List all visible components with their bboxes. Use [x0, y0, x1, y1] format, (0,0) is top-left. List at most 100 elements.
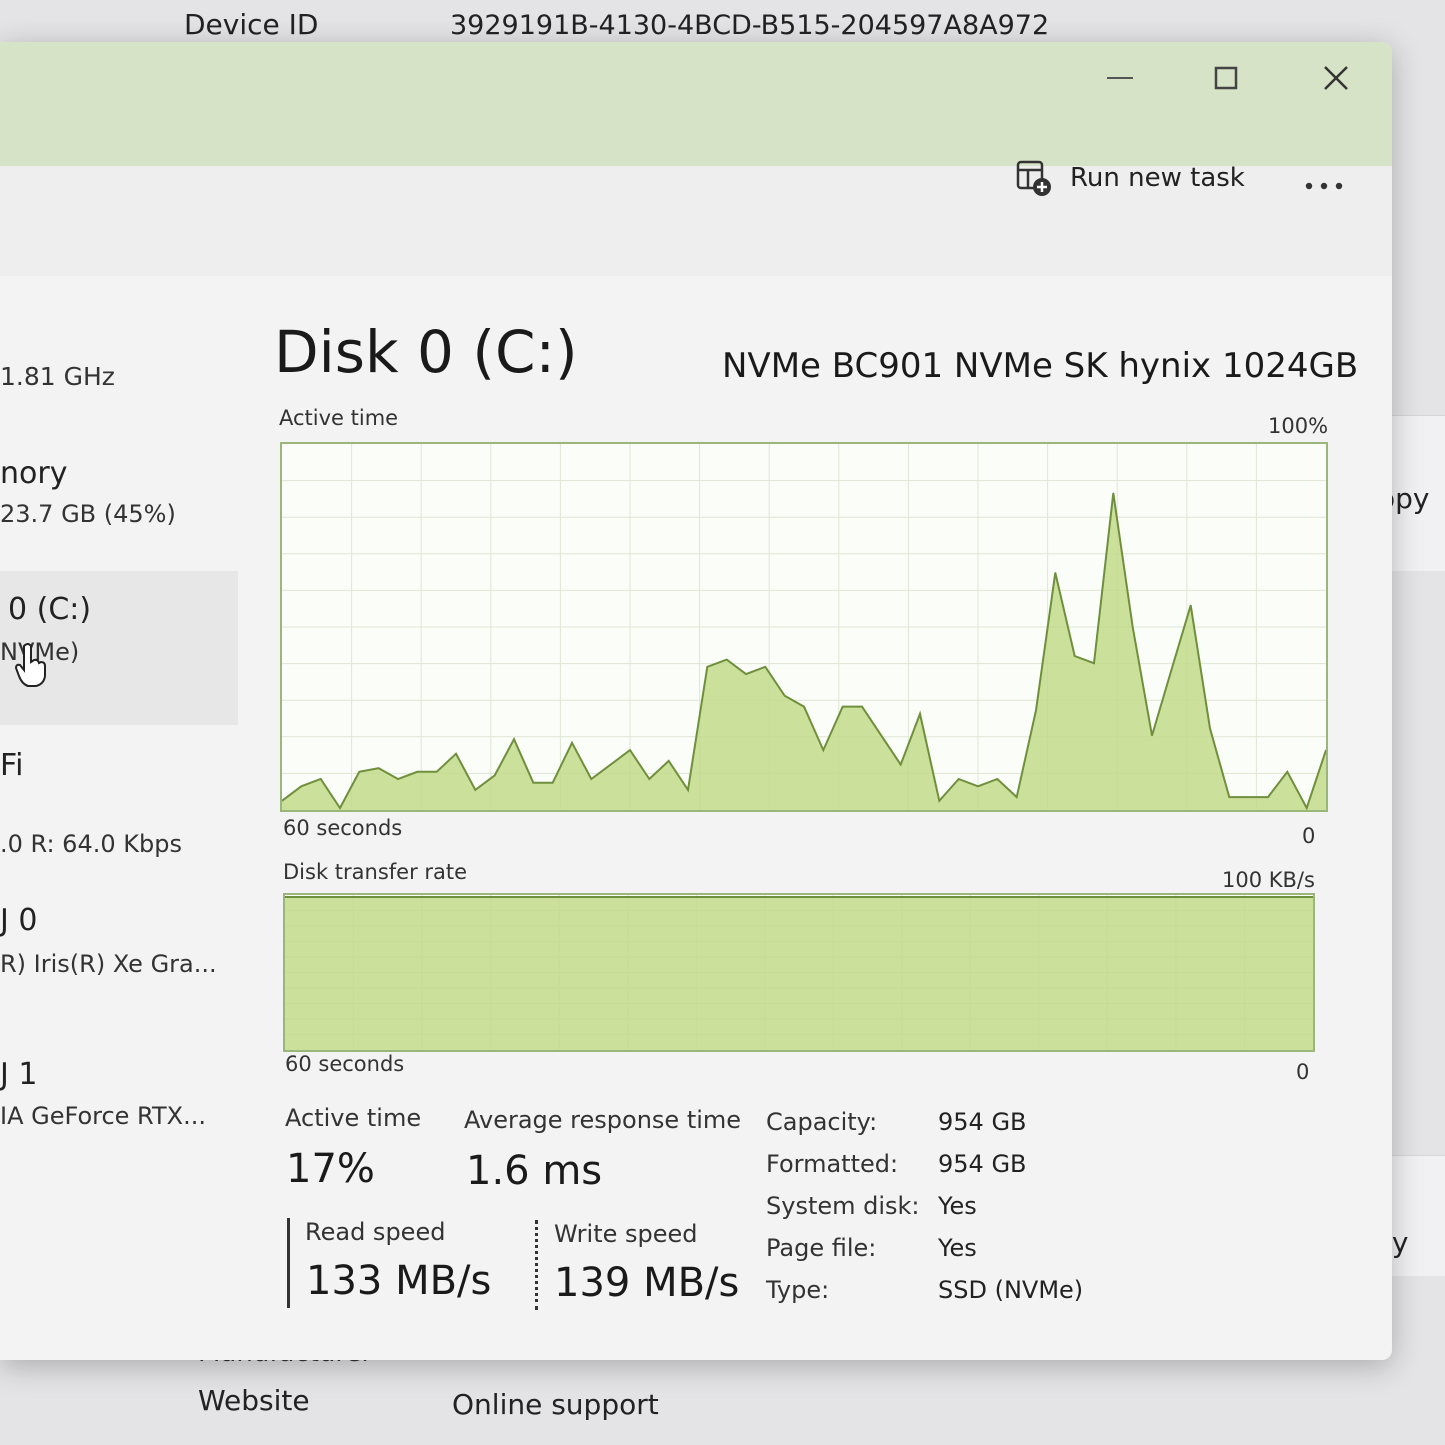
- close-icon: [1324, 66, 1348, 90]
- transfer-rate-data-point: [455, 896, 457, 898]
- active-time-data-point: [552, 782, 554, 784]
- sidebar-item-disk[interactable]: 0 (C:): [8, 592, 91, 627]
- active-time-data-point: [320, 778, 322, 780]
- transfer-rate-data-point: [1217, 896, 1219, 898]
- transfer-rate-data-point: [627, 896, 629, 898]
- transfer-rate-data-point: [855, 896, 857, 898]
- more-icon: [1305, 182, 1343, 190]
- transfer-rate-data-point: [493, 896, 495, 898]
- active-time-data-point: [842, 706, 844, 708]
- sidebar-memory-usage: 23.7 GB (45%): [0, 500, 176, 528]
- active-time-graph-xlabel: 60 seconds: [283, 816, 403, 840]
- sidebar-gpu1-sub: IA GeForce RTX...: [0, 1102, 206, 1130]
- sidebar-item-gpu0[interactable]: J 0: [0, 903, 37, 938]
- active-time-graph-max: 100%: [1268, 414, 1329, 438]
- info-label-capacity: Capacity:: [766, 1108, 878, 1136]
- transfer-rate-data-point: [1293, 896, 1295, 898]
- info-label-system-disk: System disk:: [766, 1192, 920, 1220]
- active-time-data-point: [397, 778, 399, 780]
- write-speed-label: Write speed: [554, 1220, 698, 1248]
- transfer-rate-data-point: [436, 896, 438, 898]
- active-time-data-point: [532, 782, 534, 784]
- sidebar-item-wifi[interactable]: Fi: [0, 748, 23, 783]
- run-new-task-label: Run new task: [1070, 163, 1245, 193]
- transfer-rate-data-point: [1084, 896, 1086, 898]
- active-time-data-point: [668, 760, 670, 762]
- maximize-button[interactable]: [1196, 56, 1256, 100]
- transfer-rate-data-point: [589, 896, 591, 898]
- active-time-data-point: [880, 735, 882, 737]
- info-label-page-file: Page file:: [766, 1234, 877, 1262]
- active-time-data-point: [803, 706, 805, 708]
- active-time-data-point: [1248, 796, 1250, 798]
- active-time-data-point: [339, 807, 341, 809]
- active-time-data-point: [1054, 572, 1056, 574]
- transfer-rate-data-point: [570, 896, 572, 898]
- sidebar-item-memory[interactable]: nory: [0, 456, 67, 491]
- active-time-data-point: [590, 778, 592, 780]
- transfer-rate-data-point: [550, 896, 553, 898]
- active-time-data-point: [822, 749, 824, 751]
- transfer-rate-data-point: [531, 896, 534, 898]
- active-time-data-point: [861, 706, 863, 708]
- info-value-page-file: Yes: [938, 1234, 977, 1262]
- minimize-button[interactable]: [1090, 56, 1150, 100]
- transfer-rate-data-point: [303, 896, 305, 898]
- active-time-data-point: [764, 666, 766, 668]
- transfer-rate-data-point: [798, 896, 800, 898]
- transfer-rate-data-point: [1122, 896, 1124, 898]
- active-time-data-point: [1170, 669, 1172, 671]
- response-time-label: Average response time: [464, 1106, 742, 1134]
- transfer-rate-data-point: [1160, 896, 1162, 898]
- transfer-rate-graph-max: 100 KB/s: [1222, 868, 1315, 892]
- sidebar-item-gpu1[interactable]: J 1: [0, 1057, 37, 1092]
- minimize-icon: [1107, 77, 1133, 79]
- transfer-rate-data-point: [360, 896, 362, 898]
- active-time-data-point: [358, 771, 360, 773]
- transfer-rate-data-point: [474, 896, 476, 898]
- active-time-data-point: [1209, 727, 1211, 729]
- run-new-task-button[interactable]: Run new task: [1014, 158, 1245, 198]
- info-value-capacity: 954 GB: [938, 1108, 1027, 1136]
- info-value-system-disk: Yes: [938, 1192, 977, 1220]
- sidebar-cpu-speed: 1.81 GHz: [0, 362, 115, 391]
- close-button[interactable]: [1306, 56, 1366, 100]
- online-support-link[interactable]: Online support: [452, 1388, 659, 1421]
- active-time-data-point: [1228, 796, 1230, 798]
- transfer-rate-data-point: [893, 896, 895, 898]
- disk-model: NVMe BC901 NVMe SK hynix 1024GB: [722, 346, 1359, 386]
- transfer-rate-data-point: [1236, 896, 1238, 898]
- transfer-rate-data-point: [379, 896, 381, 898]
- info-label-formatted: Formatted:: [766, 1150, 899, 1178]
- active-time-data-point: [938, 800, 940, 802]
- active-time-data-point: [648, 778, 650, 780]
- read-speed-divider: [287, 1218, 290, 1308]
- transfer-rate-data-point: [608, 896, 610, 898]
- active-time-data-point: [629, 749, 631, 751]
- active-time-value: 17%: [286, 1146, 375, 1192]
- transfer-rate-data-point: [779, 896, 781, 898]
- sidebar-wifi-sub: .0 R: 64.0 Kbps: [0, 830, 182, 858]
- active-time-data-point: [1267, 796, 1269, 798]
- active-time-data-point: [494, 774, 496, 776]
- transfer-rate-data-point: [836, 896, 838, 898]
- transfer-rate-data-point: [1103, 896, 1105, 898]
- active-time-data-point: [900, 764, 902, 766]
- active-time-data-point: [1016, 796, 1018, 798]
- active-time-area-fill: [282, 493, 1326, 810]
- more-options-button[interactable]: [1304, 164, 1344, 199]
- transfer-rate-data-point: [1198, 896, 1200, 898]
- read-speed-label: Read speed: [305, 1218, 446, 1246]
- active-time-data-point: [1306, 807, 1308, 809]
- active-time-data-point: [513, 738, 515, 740]
- title-bar[interactable]: [0, 42, 1392, 166]
- transfer-rate-data-point: [912, 896, 914, 898]
- info-label-type: Type:: [766, 1276, 830, 1304]
- active-time-data-point: [474, 789, 476, 791]
- transfer-rate-data-point: [1141, 896, 1143, 898]
- transfer-rate-data-point: [341, 896, 343, 898]
- transfer-rate-data-point: [969, 896, 971, 898]
- active-time-data-point: [455, 753, 457, 755]
- transfer-rate-data-point: [874, 896, 876, 898]
- active-time-data-point: [1112, 492, 1114, 494]
